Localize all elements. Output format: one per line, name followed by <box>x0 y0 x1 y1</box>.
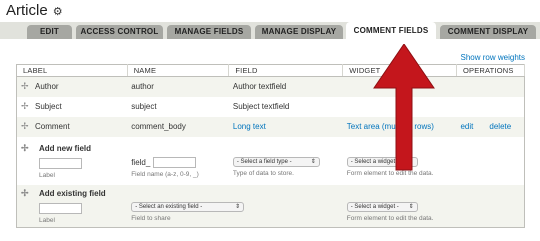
drag-handle-icon[interactable]: ✢ <box>21 101 35 112</box>
header-field: FIELD <box>228 64 344 77</box>
select-arrows-icon: ⇕ <box>408 204 414 211</box>
row-field: Author textfield <box>228 76 343 97</box>
tab-manage-display[interactable]: MANAGE DISPLAY <box>255 25 343 39</box>
new-field-widget-select[interactable]: - Select a widget - ⇕ <box>346 157 418 167</box>
existing-field-label-desc: Label <box>39 216 55 224</box>
add-new-field-row: ✢ Add new field Label field_ Field name (… <box>16 136 525 185</box>
new-field-widget-desc: Form element to edit the data. <box>346 170 434 177</box>
table-row: ✢ Comment comment_body Long text Text are… <box>16 116 525 137</box>
existing-field-desc: Field to share <box>131 215 171 223</box>
show-row-weights-link[interactable]: Show row weights <box>461 53 525 62</box>
drag-handle-icon[interactable]: ✢ <box>21 121 35 132</box>
row-label: Comment <box>35 122 70 131</box>
tab-edit[interactable]: EDIT <box>27 25 72 39</box>
add-new-field-title: Add new field <box>39 143 91 153</box>
row-name: subject <box>127 96 229 117</box>
field-type-desc: Type of data to store. <box>232 170 294 177</box>
delete-link[interactable]: delete <box>489 122 511 131</box>
fields-table: LABEL NAME FIELD WIDGET OPERATIONS ✢ Auth… <box>16 64 526 228</box>
existing-field-label-input[interactable] <box>39 202 82 214</box>
header-label: LABEL <box>16 64 128 77</box>
header-name: NAME <box>127 64 230 77</box>
add-existing-field-row: ✢ Add existing field Label - Select an ex… <box>16 184 525 228</box>
table-row: ✢ Author author Author textfield <box>16 76 525 97</box>
existing-field-select[interactable]: - Select an existing field - ⇕ <box>131 202 245 213</box>
field-type-link[interactable]: Long text <box>233 122 266 131</box>
add-existing-field-title: Add existing field <box>39 188 106 198</box>
header-operations: OPERATIONS <box>456 64 526 77</box>
existing-field-widget-desc: Form element to edit the data. <box>346 215 434 223</box>
select-arrows-icon: ⇕ <box>408 159 414 165</box>
table-header-row: LABEL NAME FIELD WIDGET OPERATIONS <box>16 64 526 77</box>
edit-link[interactable]: edit <box>460 122 473 131</box>
drag-handle-icon[interactable]: ✢ <box>21 188 39 199</box>
widget-link[interactable]: Text area (multiple rows) <box>347 122 434 131</box>
row-name: comment_body <box>127 116 229 137</box>
header-widget: WIDGET <box>342 64 457 77</box>
row-name: author <box>127 76 229 97</box>
row-label: Author <box>35 82 59 92</box>
row-field: Subject textfield <box>228 96 343 117</box>
tab-manage-fields[interactable]: MANAGE FIELDS <box>167 25 251 39</box>
new-field-name-input[interactable] <box>152 156 196 168</box>
new-field-name-desc: Field name (a-z, 0-9, _) <box>131 170 199 178</box>
drag-handle-icon[interactable]: ✢ <box>21 143 39 154</box>
table-row: ✢ Subject subject Subject textfield <box>16 96 525 117</box>
page-title: Article ⚙ <box>6 2 63 19</box>
existing-field-widget-select[interactable]: - Select a widget - ⇕ <box>346 202 418 213</box>
tab-comment-fields[interactable]: COMMENT FIELDS <box>346 22 436 39</box>
row-label: Subject <box>35 102 62 111</box>
tab-access-control[interactable]: ACCESS CONTROL <box>76 25 163 39</box>
gear-icon[interactable]: ⚙ <box>53 6 63 18</box>
tab-comment-display[interactable]: COMMENT DISPLAY <box>440 25 536 39</box>
page-title-text: Article <box>6 2 48 19</box>
select-arrows-icon: ⇕ <box>235 204 241 211</box>
drag-handle-icon[interactable]: ✢ <box>21 81 35 92</box>
field-type-select[interactable]: - Select a field type - ⇕ <box>232 157 320 167</box>
new-field-label-input[interactable] <box>39 157 82 169</box>
field-name-prefix: field_ <box>131 157 151 167</box>
new-field-label-desc: Label <box>39 171 55 179</box>
select-arrows-icon: ⇕ <box>310 159 316 165</box>
